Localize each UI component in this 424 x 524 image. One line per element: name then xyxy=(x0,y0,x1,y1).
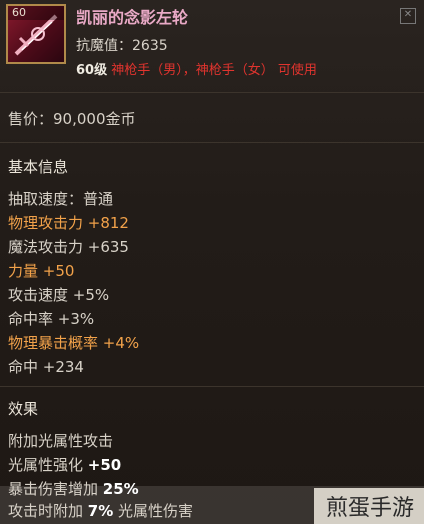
sell-price: 售价：90,000金币 xyxy=(8,110,136,128)
level-badge: 60 xyxy=(8,6,64,20)
revolver-item-icon: 60 xyxy=(6,4,66,64)
close-icon[interactable]: ✕ xyxy=(400,8,416,24)
stat-strength: 力量 +50 xyxy=(8,262,75,280)
stat-draw-speed: 抽取速度：普通 xyxy=(8,190,114,208)
stat-physical-attack: 物理攻击力 +812 xyxy=(8,214,129,232)
stat-hit-rate: 命中率 +3% xyxy=(8,310,95,328)
resist-value: 抗魔值：2635 xyxy=(76,38,168,54)
effect-light-attack: 附加光属性攻击 xyxy=(8,432,114,450)
effect-light-enhance: 光属性强化 +50 xyxy=(8,456,122,474)
stat-hit: 命中 +234 xyxy=(8,358,84,376)
stat-magic-attack: 魔法攻击力 +635 xyxy=(8,238,129,256)
effects-title: 效果 xyxy=(8,400,39,418)
divider xyxy=(0,92,424,93)
stat-physical-crit: 物理暴击概率 +4% xyxy=(8,334,140,352)
level-requirement: 60级 xyxy=(76,63,108,78)
class-requirement: 神枪手（男），神枪手（女） 可使用 xyxy=(111,63,317,78)
requirement-line: 60级 神枪手（男），神枪手（女） 可使用 xyxy=(76,59,317,78)
divider xyxy=(0,386,424,387)
watermark-text: 煎蛋手游 xyxy=(325,496,414,521)
divider xyxy=(0,142,424,143)
item-name: 凯丽的念影左轮 xyxy=(76,8,189,27)
effect-light-damage: 攻击时附加 7% 光属性伤害 xyxy=(8,502,194,520)
watermark: 煎蛋手游 xyxy=(314,488,424,524)
basic-info-title: 基本信息 xyxy=(8,158,69,176)
stat-attack-speed: 攻击速度 +5% xyxy=(8,286,110,304)
item-tooltip-panel: 60 凯丽的念影左轮 ✕ 抗魔值：2635 60级 神枪手（男），神枪手（女） … xyxy=(0,0,424,524)
item-header: 60 凯丽的念影左轮 ✕ 抗魔值：2635 60级 神枪手（男），神枪手（女） … xyxy=(0,0,424,88)
effect-crit-damage: 暴击伤害增加 25% xyxy=(8,480,139,498)
